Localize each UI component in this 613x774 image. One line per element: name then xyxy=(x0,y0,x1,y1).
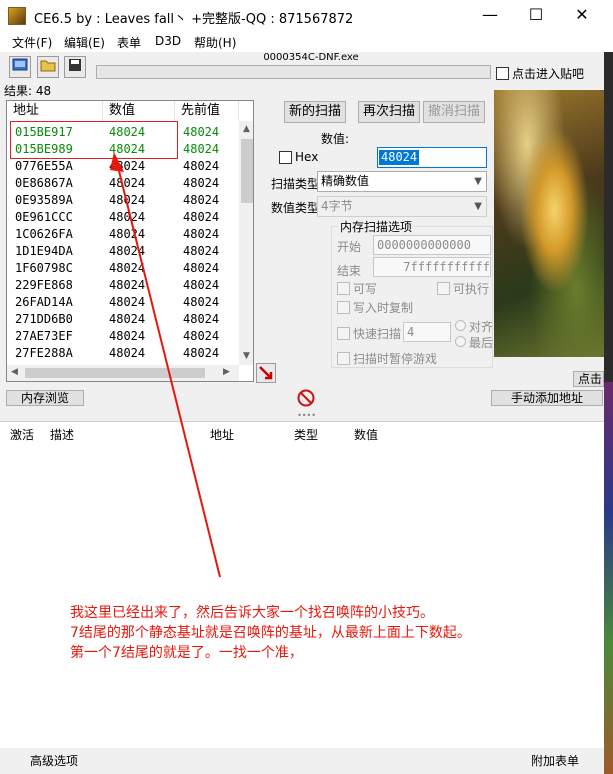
annotation-text: 我这里已经出来了，然后告诉大家一个找召唤阵的小技巧。 7结尾的那个静态基址就是召… xyxy=(70,603,550,663)
annotation-line: 我这里已经出来了，然后告诉大家一个找召唤阵的小技巧。 xyxy=(70,605,434,621)
advanced-options-link[interactable]: 高级选项 xyxy=(30,752,78,769)
status-bar: 高级选项 附加表单 xyxy=(0,748,604,774)
annotation-line: 7结尾的那个静态基址就是召唤阵的基址，从最新上面上下数起。 xyxy=(70,625,471,641)
annotation-line: 第一个7结尾的就是了。一找一个准， xyxy=(70,645,303,661)
table-extras-link[interactable]: 附加表单 xyxy=(531,752,579,769)
background-strip xyxy=(604,382,613,774)
